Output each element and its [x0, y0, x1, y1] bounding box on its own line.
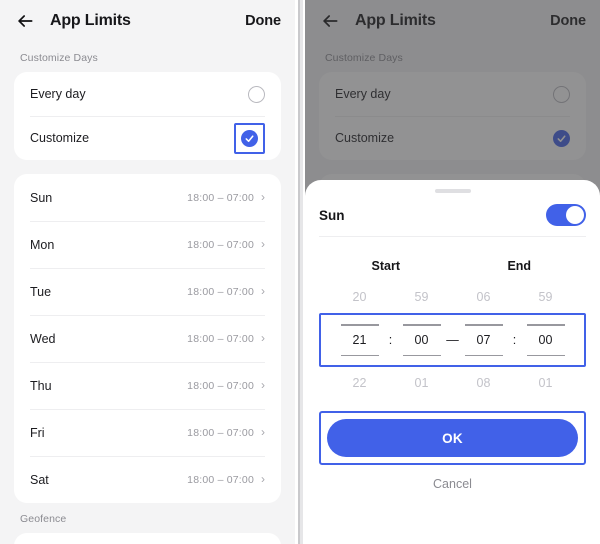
mode-card: Every day Customize — [14, 72, 281, 160]
end-colon: : — [512, 333, 517, 347]
screenshot-root: App Limits Done Customize Days Every day… — [0, 0, 600, 544]
start-minute-value[interactable]: 00 — [399, 324, 445, 356]
day-label: Mon — [30, 237, 55, 252]
picker-headers: Start End — [319, 259, 586, 273]
ghost-start-minute[interactable]: 59 — [399, 290, 445, 304]
ghost-end-minute-next[interactable]: 01 — [523, 376, 569, 390]
chevron-right-icon[interactable]: › — [261, 238, 265, 250]
day-time-range: 18:00 – 07:00 — [187, 191, 254, 204]
start-header: Start — [371, 259, 400, 273]
start-colon: : — [388, 333, 393, 347]
picker-row-selected: 21 : 00 — 07 : 00 — [321, 321, 584, 359]
table-row[interactable]: Sun 18:00 – 07:00 › — [14, 174, 281, 221]
table-row[interactable]: Fri 18:00 – 07:00 › — [14, 409, 281, 456]
day-time-range: 18:00 – 07:00 — [187, 285, 254, 298]
ghost-start-hour[interactable]: 20 — [337, 290, 383, 304]
ok-button[interactable]: OK — [327, 419, 578, 457]
ghost-end-minute[interactable]: 59 — [523, 290, 569, 304]
end-minute-value[interactable]: 00 — [523, 324, 569, 356]
page-title: App Limits — [50, 12, 131, 29]
chevron-right-icon[interactable]: › — [261, 191, 265, 203]
ghost-end-hour[interactable]: 06 — [461, 290, 507, 304]
range-dash: — — [446, 333, 459, 347]
table-row[interactable]: Tue 18:00 – 07:00 › — [14, 268, 281, 315]
radio-unselected-icon[interactable] — [248, 85, 265, 103]
picker-selected-highlight: 21 : 00 — 07 : 00 — [319, 313, 586, 367]
chevron-right-icon[interactable]: › — [261, 379, 265, 391]
section-label-customize-days: Customize Days — [20, 52, 98, 64]
app-header-left: App Limits Done — [0, 0, 295, 42]
sheet-day-label: Sun — [319, 207, 345, 223]
done-button[interactable]: Done — [245, 13, 281, 29]
chevron-right-icon[interactable]: › — [261, 426, 265, 438]
mode-row-every-day[interactable]: Every day — [14, 72, 281, 116]
time-picker-sheet: Sun Start End 20 59 06 59 21: 00 — 07:… — [305, 180, 600, 544]
highlight-box-customize — [234, 122, 265, 154]
mode-label-customize: Customize — [30, 131, 90, 145]
mode-row-customize[interactable]: Customize — [14, 116, 281, 160]
check-circle-icon[interactable] — [241, 129, 258, 147]
day-time-range: 18:00 – 07:00 — [187, 379, 254, 392]
day-label: Thu — [30, 378, 52, 393]
chevron-right-icon[interactable]: › — [261, 285, 265, 297]
ghost-end-hour-next[interactable]: 08 — [461, 376, 507, 390]
table-row[interactable]: Wed 18:00 – 07:00 › — [14, 315, 281, 362]
day-time-range: 18:00 – 07:00 — [187, 238, 254, 251]
start-hour-value[interactable]: 21 — [337, 324, 383, 356]
table-row[interactable]: Thu 18:00 – 07:00 › — [14, 362, 281, 409]
day-label: Sat — [30, 472, 49, 487]
cancel-button[interactable]: Cancel — [319, 477, 586, 491]
day-label: Wed — [30, 331, 56, 346]
ghost-start-minute-next[interactable]: 01 — [399, 376, 445, 390]
day-label: Fri — [30, 425, 45, 440]
day-time-range: 18:00 – 07:00 — [187, 426, 254, 439]
day-time-range: 18:00 – 07:00 — [187, 473, 254, 486]
sheet-day-row: Sun — [319, 193, 586, 237]
day-label: Sun — [30, 190, 53, 205]
toggle-knob — [566, 206, 584, 224]
geofence-card — [14, 533, 281, 544]
end-hour-value[interactable]: 07 — [461, 324, 507, 356]
picker-row-below: 22 01 08 01 — [319, 367, 586, 393]
chevron-right-icon[interactable]: › — [261, 332, 265, 344]
panel-divider — [295, 0, 305, 544]
back-arrow-icon[interactable] — [14, 10, 36, 32]
ok-highlight-box: OK — [319, 411, 586, 465]
mode-label-every-day: Every day — [30, 87, 86, 101]
ghost-start-hour-next[interactable]: 22 — [337, 376, 383, 390]
time-picker: 20 59 06 59 21 : 00 — 07: 00 22 01 08 0… — [319, 287, 586, 393]
days-card: Sun 18:00 – 07:00 › Mon 18:00 – 07:00 › … — [14, 174, 281, 503]
day-enable-toggle[interactable] — [546, 204, 586, 226]
day-time-range: 18:00 – 07:00 — [187, 332, 254, 345]
chevron-right-icon[interactable]: › — [261, 473, 265, 485]
section-label-geofence: Geofence — [20, 513, 67, 525]
table-row[interactable]: Mon 18:00 – 07:00 › — [14, 221, 281, 268]
day-label: Tue — [30, 284, 52, 299]
left-screen: App Limits Done Customize Days Every day… — [0, 0, 295, 544]
table-row[interactable]: Sat 18:00 – 07:00 › — [14, 456, 281, 503]
end-header: End — [507, 259, 532, 273]
right-screen: App Limits Done Customize Days Every day… — [305, 0, 600, 544]
picker-row-above: 20 59 06 59 — [319, 287, 586, 313]
